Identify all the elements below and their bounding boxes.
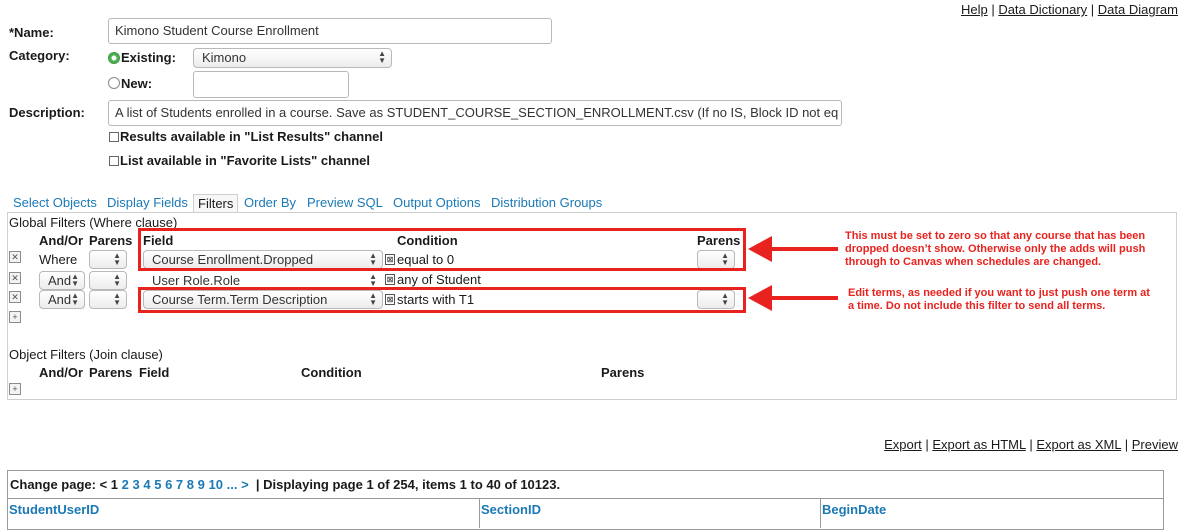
column-header-begindate[interactable]: BeginDate <box>822 502 886 517</box>
global-andor-header: And/Or <box>39 233 84 248</box>
row3-andor-value: And <box>48 292 72 307</box>
pager-summary: | Displaying page 1 of 254, items 1 to 4… <box>255 477 561 492</box>
results-channel-checkbox[interactable] <box>109 132 119 142</box>
pager: Change page: < 1 2 3 4 5 6 7 8 9 10 ... … <box>10 477 560 492</box>
data-diagram-link[interactable]: Data Diagram <box>1098 2 1178 17</box>
favorites-channel-checkbox[interactable] <box>109 156 119 166</box>
export-links: Export | Export as HTML | Export as XML … <box>884 437 1178 452</box>
row2-field-value: User Role.Role <box>152 273 241 288</box>
page-link-more[interactable]: ... <box>227 477 238 492</box>
object-parens-close-header: Parens <box>601 365 645 380</box>
page-link[interactable]: 7 <box>176 477 183 492</box>
tab-output-options[interactable]: Output Options <box>393 195 480 210</box>
pager-prefix: Change page: < 1 <box>10 477 118 492</box>
remove-filter-icon[interactable]: ✕ <box>9 251 21 263</box>
object-field-header: Field <box>139 365 170 380</box>
remove-filter-icon[interactable]: ✕ <box>9 291 21 303</box>
results-channel-label: Results available in "List Results" chan… <box>120 129 384 144</box>
export-link[interactable]: Export <box>884 437 922 452</box>
add-filter-icon[interactable]: + <box>9 311 21 323</box>
column-divider <box>820 498 821 528</box>
annotation-arrow-icon <box>748 236 772 262</box>
column-header-sectionid[interactable]: SectionID <box>481 502 541 517</box>
select-arrows-icon: ▲ ▼ <box>113 291 121 307</box>
page-link[interactable]: 9 <box>198 477 205 492</box>
page-link[interactable]: 3 <box>132 477 139 492</box>
highlight-box-dropped <box>138 228 746 271</box>
add-join-filter-icon[interactable]: + <box>9 383 21 395</box>
tab-display-fields[interactable]: Display Fields <box>107 195 188 210</box>
select-arrows-icon: ▲ ▼ <box>71 272 79 288</box>
row1-andor: Where <box>39 252 78 267</box>
favorites-channel-label: List available in "Favorite Lists" chann… <box>120 153 371 168</box>
description-label: Description: <box>9 105 85 120</box>
select-arrows-icon: ▲ ▼ <box>378 49 386 65</box>
object-parens-header: Parens <box>89 365 133 380</box>
help-link[interactable]: Help <box>961 2 988 17</box>
row3-open-parens-select[interactable]: ▲ ▼ <box>89 290 127 309</box>
new-category-input[interactable] <box>193 71 349 98</box>
top-links: Help | Data Dictionary | Data Diagram <box>960 2 1178 17</box>
page-link[interactable]: 8 <box>187 477 194 492</box>
page-link[interactable]: 5 <box>154 477 161 492</box>
remove-filter-icon[interactable]: ✕ <box>9 272 21 284</box>
existing-radio[interactable] <box>108 52 120 64</box>
select-arrows-icon: ▲ ▼ <box>71 291 79 307</box>
tab-order-by[interactable]: Order By <box>244 195 296 210</box>
row2-andor-value: And <box>48 273 72 288</box>
row2-condition: any of Student <box>397 272 481 287</box>
export-xml-link[interactable]: Export as XML <box>1036 437 1121 452</box>
row3-andor-select[interactable]: And ▲ ▼ <box>39 290 85 309</box>
column-divider <box>479 498 480 528</box>
table-divider <box>7 498 1164 499</box>
page-link[interactable]: 2 <box>122 477 129 492</box>
page-link[interactable]: 4 <box>143 477 150 492</box>
row2-open-parens-select[interactable]: ▲ ▼ <box>89 271 127 290</box>
tab-preview-sql[interactable]: Preview SQL <box>307 195 383 210</box>
new-radio[interactable] <box>108 77 120 89</box>
tab-filters[interactable]: Filters <box>193 194 239 212</box>
annotation-arrow-line <box>766 296 838 300</box>
page-link[interactable]: 10 <box>209 477 223 492</box>
new-label: New: <box>121 76 153 91</box>
tab-distribution-groups[interactable]: Distribution Groups <box>491 195 602 210</box>
object-andor-header: And/Or <box>39 365 84 380</box>
object-filters-title: Object Filters (Join clause) <box>9 347 163 362</box>
annotation-term-note: Edit terms, as needed if you want to jus… <box>848 287 1150 312</box>
annotation-arrow-line <box>766 247 838 251</box>
annotation-arrow-icon <box>748 285 772 311</box>
export-html-link[interactable]: Export as HTML <box>932 437 1025 452</box>
preview-link[interactable]: Preview <box>1132 437 1178 452</box>
existing-label: Existing: <box>121 50 176 65</box>
row1-open-parens-select[interactable]: ▲ ▼ <box>89 250 127 269</box>
category-label: Category: <box>9 48 70 63</box>
existing-category-value: Kimono <box>202 50 247 65</box>
edit-condition-icon[interactable]: ⊠ <box>385 274 395 285</box>
select-arrows-icon: ▲ ▼ <box>369 272 377 288</box>
select-arrows-icon: ▲ ▼ <box>113 272 121 288</box>
highlight-box-term <box>138 287 746 313</box>
page-link-next[interactable]: > <box>241 477 249 492</box>
existing-category-select[interactable]: Kimono ▲ ▼ <box>193 48 392 68</box>
tab-select-objects[interactable]: Select Objects <box>13 195 97 210</box>
select-arrows-icon: ▲ ▼ <box>113 251 121 267</box>
object-condition-header: Condition <box>301 365 362 380</box>
description-input[interactable]: A list of Students enrolled in a course.… <box>108 100 842 126</box>
page-link[interactable]: 6 <box>165 477 172 492</box>
name-label: *Name: <box>9 25 54 40</box>
global-parens-header: Parens <box>89 233 133 248</box>
row2-andor-select[interactable]: And ▲ ▼ <box>39 271 85 290</box>
annotation-dropped-note: This must be set to zero so that any cou… <box>845 230 1146 268</box>
data-dictionary-link[interactable]: Data Dictionary <box>998 2 1087 17</box>
column-header-studentuserid[interactable]: StudentUserID <box>9 502 99 517</box>
name-input[interactable]: Kimono Student Course Enrollment <box>108 18 552 44</box>
